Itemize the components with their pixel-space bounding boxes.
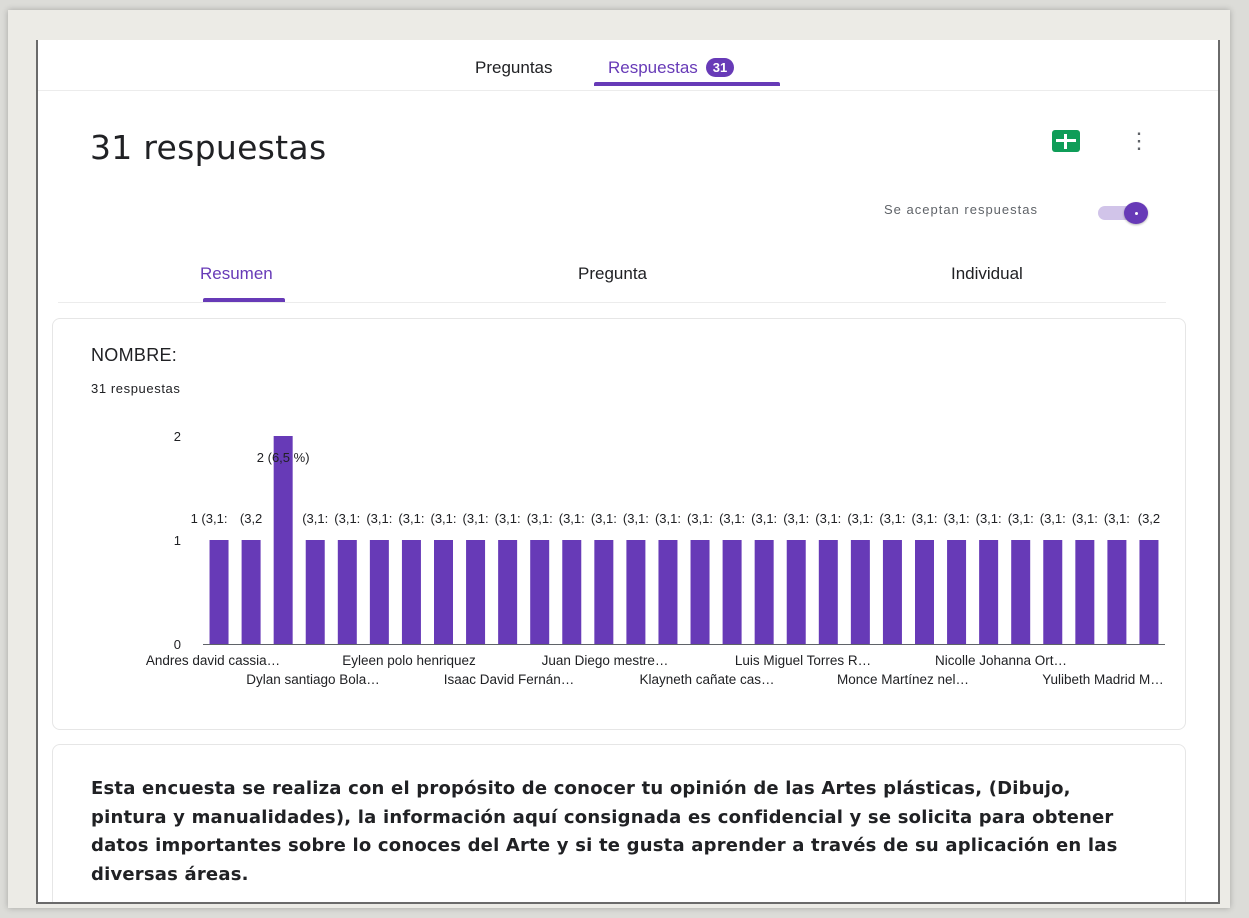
bar-value-label: 1 (3,1: (191, 511, 228, 526)
chart-bar[interactable] (626, 540, 646, 644)
bar-value-label: (3,1: (559, 511, 585, 526)
x-tick-label: Eyleen polo henriquez (342, 653, 476, 668)
chart-bar[interactable] (882, 540, 902, 644)
chart-bar[interactable] (850, 540, 870, 644)
accepting-responses-label: Se aceptan respuestas (884, 202, 1038, 217)
bar-value-label: (3,1: (1008, 511, 1034, 526)
tab-individual[interactable]: Individual (951, 264, 1023, 284)
tab-pregunta[interactable]: Pregunta (578, 264, 647, 284)
x-tick-label: Isaac David Fernán… (444, 672, 575, 687)
form-description-card: Esta encuesta se realiza con el propósit… (52, 744, 1186, 902)
x-tick-label: Yulibeth Madrid M… (1042, 672, 1164, 687)
bar-value-label: (3,1: (334, 511, 360, 526)
active-tab-indicator (594, 82, 780, 86)
responses-title: 31 respuestas (90, 128, 327, 167)
bar-value-label: (3,1: (719, 511, 745, 526)
chart-bar[interactable] (1075, 540, 1095, 644)
y-tick-label: 2 (174, 429, 181, 444)
bar-value-label: (3,1: (847, 511, 873, 526)
bar-value-label: (3,1: (944, 511, 970, 526)
chart-bar[interactable] (1011, 540, 1031, 644)
chart-bar[interactable] (1043, 540, 1063, 644)
bar-value-label: (3,1: (815, 511, 841, 526)
bar-value-label: (3,1: (463, 511, 489, 526)
bar-value-label: (3,1: (655, 511, 681, 526)
chart-bar[interactable] (754, 540, 774, 644)
chart-bar[interactable] (209, 540, 229, 644)
responses-count-badge: 31 (705, 58, 735, 77)
bar-value-label: (3,1: (430, 511, 456, 526)
chart-bar[interactable] (530, 540, 550, 644)
bar-value-label: (3,1: (879, 511, 905, 526)
bar-value-label: (3,1: (783, 511, 809, 526)
bar-value-label: (3,1: (1040, 511, 1066, 526)
forms-responses-window: Preguntas Respuestas 31 31 respuestas ⋮ S… (36, 40, 1220, 904)
more-vert-icon[interactable]: ⋮ (1128, 128, 1150, 154)
bar-value-label: (3,1: (398, 511, 424, 526)
bar-value-label: (3,1: (1072, 511, 1098, 526)
chart-bar[interactable] (947, 540, 967, 644)
x-tick-label: Juan Diego mestre… (542, 653, 669, 668)
bar-value-label: (3,1: (1104, 511, 1130, 526)
x-tick-label: Nicolle Johanna Ort… (935, 653, 1067, 668)
tab-respuestas[interactable]: Respuestas 31 (608, 58, 735, 78)
bar-value-label: (3,1: (687, 511, 713, 526)
bar-value-label: (3,1: (591, 511, 617, 526)
chart-bar[interactable] (818, 540, 838, 644)
chart-bar[interactable] (1107, 540, 1127, 644)
bar-value-label: (3,2 (1138, 511, 1160, 526)
tab-resumen[interactable]: Resumen (200, 264, 273, 284)
summary-subtabs: Resumen Pregunta Individual (58, 252, 1166, 303)
x-tick-label: Luis Miguel Torres R… (735, 653, 871, 668)
chart-bar[interactable] (786, 540, 806, 644)
x-tick-label: Andres david cassia… (146, 653, 280, 668)
chart-bar[interactable] (979, 540, 999, 644)
bar-value-label: (3,1: (623, 511, 649, 526)
chart-bar[interactable] (273, 436, 293, 644)
bar-value-label: (3,2 (240, 511, 262, 526)
toggle-knob (1124, 202, 1148, 224)
chart-bar[interactable] (369, 540, 389, 644)
chart-bar[interactable] (722, 540, 742, 644)
chart-bar[interactable] (498, 540, 518, 644)
responses-bar-chart: 0 1 2 1 (3,1: (3,2 2 (6,5 %) (3,1: (3,1: (3,1: (3… (146, 429, 1165, 687)
x-tick-label: Monce Martínez nel… (837, 672, 969, 687)
question-summary-card: NOMBRE: 31 respuestas 0121 (3,1: (3,2 2 (6… (52, 318, 1186, 730)
bar-value-label: (3,1: (302, 511, 328, 526)
bar-value-label: (3,1: (527, 511, 553, 526)
x-tick-label: Dylan santiago Bola… (246, 672, 380, 687)
bar-value-label: (3,1: (495, 511, 521, 526)
active-subtab-indicator (203, 298, 285, 302)
accepting-responses-toggle[interactable] (1096, 202, 1150, 224)
tab-respuestas-label: Respuestas (608, 58, 698, 77)
x-tick-label: Klayneth cañate cas… (639, 672, 774, 687)
chart-bar[interactable] (690, 540, 710, 644)
tab-preguntas[interactable]: Preguntas (475, 58, 553, 78)
chart-bar[interactable] (594, 540, 614, 644)
bar-value-label: (3,1: (976, 511, 1002, 526)
chart-bar[interactable] (401, 540, 421, 644)
google-sheets-icon[interactable] (1052, 130, 1080, 152)
chart-bar[interactable] (1139, 540, 1159, 644)
screenshot-frame: Preguntas Respuestas 31 31 respuestas ⋮ S… (8, 10, 1230, 908)
chart-bar[interactable] (241, 540, 261, 644)
chart-bar[interactable] (466, 540, 486, 644)
chart-bar[interactable] (434, 540, 453, 644)
chart-bar[interactable] (658, 540, 678, 644)
bar-value-label: (3,1: (366, 511, 392, 526)
y-tick-label: 0 (174, 637, 181, 652)
chart-bar[interactable] (915, 540, 934, 644)
form-description: Esta encuesta se realiza con el propósit… (91, 778, 1118, 885)
top-tabs: Preguntas Respuestas 31 (38, 40, 1218, 91)
bar-value-label: 2 (6,5 %) (257, 450, 310, 465)
chart-bar[interactable] (305, 540, 325, 644)
bar-value-label: (3,1: (911, 511, 937, 526)
chart-bar[interactable] (562, 540, 582, 644)
chart-bar[interactable] (337, 540, 357, 644)
y-tick-label: 1 (174, 533, 181, 548)
bar-value-label: (3,1: (751, 511, 777, 526)
